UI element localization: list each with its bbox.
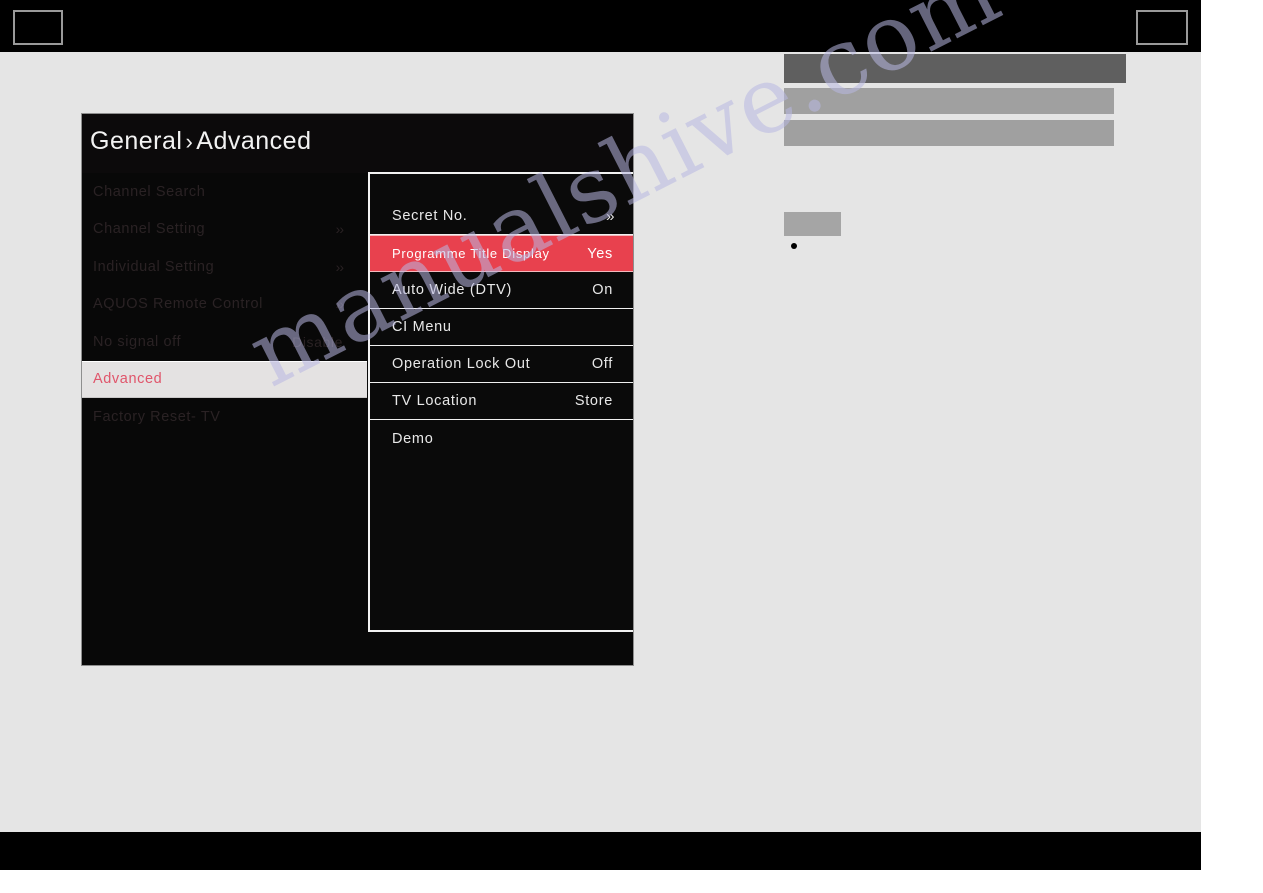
bottom-footer-bar — [0, 832, 1201, 870]
bullet-point-icon — [791, 243, 797, 249]
heading-placeholder-bar — [784, 54, 1126, 83]
submenu-item-label: Programme Title Display — [392, 246, 550, 261]
tv-menu-header: General › Advanced — [82, 114, 633, 173]
submenu-item-value: Yes — [587, 245, 613, 262]
label-placeholder-chip — [784, 212, 841, 236]
tv-submenu-list: Secret No. ›› Programme Title Display Ye… — [370, 198, 633, 457]
sidebar-item-factory-reset-tv[interactable]: Factory Reset- TV — [82, 398, 367, 436]
sidebar-item-label: No signal off — [93, 333, 182, 350]
sidebar-item-individual-setting[interactable]: Individual Setting ›› — [82, 248, 367, 286]
submenu-item-label: Auto Wide (DTV) — [392, 282, 513, 298]
submenu-item-label: CI Menu — [392, 319, 452, 335]
sidebar-item-label: Advanced — [93, 371, 163, 388]
sidebar-item-arrow-icon: ›› — [335, 296, 344, 313]
sidebar-item-value: Disable — [292, 333, 343, 350]
body-placeholder-bar-1 — [784, 88, 1114, 114]
submenu-item-tv-location[interactable]: TV Location Store — [370, 383, 633, 420]
sidebar-item-label: Individual Setting — [93, 258, 215, 275]
sidebar-item-label: Channel Search — [93, 183, 206, 200]
submenu-item-demo[interactable]: Demo — [370, 420, 633, 457]
submenu-item-arrow-icon: ›› — [606, 207, 615, 225]
sidebar-item-advanced[interactable]: Advanced — [82, 360, 367, 398]
sidebar-item-channel-search[interactable]: Channel Search — [82, 173, 367, 211]
top-header-bar — [0, 0, 1201, 52]
tv-submenu-panel: Secret No. ›› Programme Title Display Ye… — [368, 172, 633, 632]
submenu-item-label: TV Location — [392, 393, 478, 409]
submenu-item-value: On — [592, 282, 613, 298]
header-box-right — [1136, 10, 1188, 45]
body-placeholder-bar-2 — [784, 120, 1114, 146]
sidebar-item-aquos-remote-control[interactable]: AQUOS Remote Control ›› — [82, 286, 367, 324]
header-box-left — [13, 10, 63, 45]
tv-sidebar-list: Channel Search Channel Setting ›› Indivi… — [82, 173, 367, 665]
breadcrumb-current: Advanced — [196, 127, 312, 155]
breadcrumb-separator-icon: › — [185, 129, 194, 154]
submenu-item-secret-no[interactable]: Secret No. ›› — [370, 198, 633, 235]
breadcrumb: General › Advanced — [90, 127, 311, 156]
submenu-item-label: Demo — [392, 430, 434, 447]
breadcrumb-root: General — [90, 127, 183, 155]
submenu-item-label: Operation Lock Out — [392, 356, 531, 372]
submenu-item-value: Off — [591, 356, 613, 372]
tv-osd-panel: General › Advanced Channel Search Channel … — [81, 113, 634, 666]
sidebar-item-label: Channel Setting — [93, 221, 206, 238]
sidebar-item-label: Factory Reset- TV — [93, 408, 221, 425]
sidebar-item-arrow-icon: ›› — [335, 258, 344, 275]
submenu-item-ci-menu[interactable]: CI Menu — [370, 309, 633, 346]
submenu-item-auto-wide-dtv[interactable]: Auto Wide (DTV) On — [370, 272, 633, 309]
sidebar-item-arrow-icon: ›› — [335, 221, 344, 238]
submenu-item-programme-title-display[interactable]: Programme Title Display Yes — [370, 235, 633, 272]
submenu-item-value: Store — [574, 393, 613, 409]
sidebar-item-no-signal-off[interactable]: No signal off Disable — [82, 323, 367, 361]
submenu-item-label: Secret No. — [392, 208, 468, 224]
sidebar-item-label: AQUOS Remote Control — [93, 296, 263, 313]
submenu-item-operation-lock-out[interactable]: Operation Lock Out Off — [370, 346, 633, 383]
sidebar-item-channel-setting[interactable]: Channel Setting ›› — [82, 211, 367, 249]
